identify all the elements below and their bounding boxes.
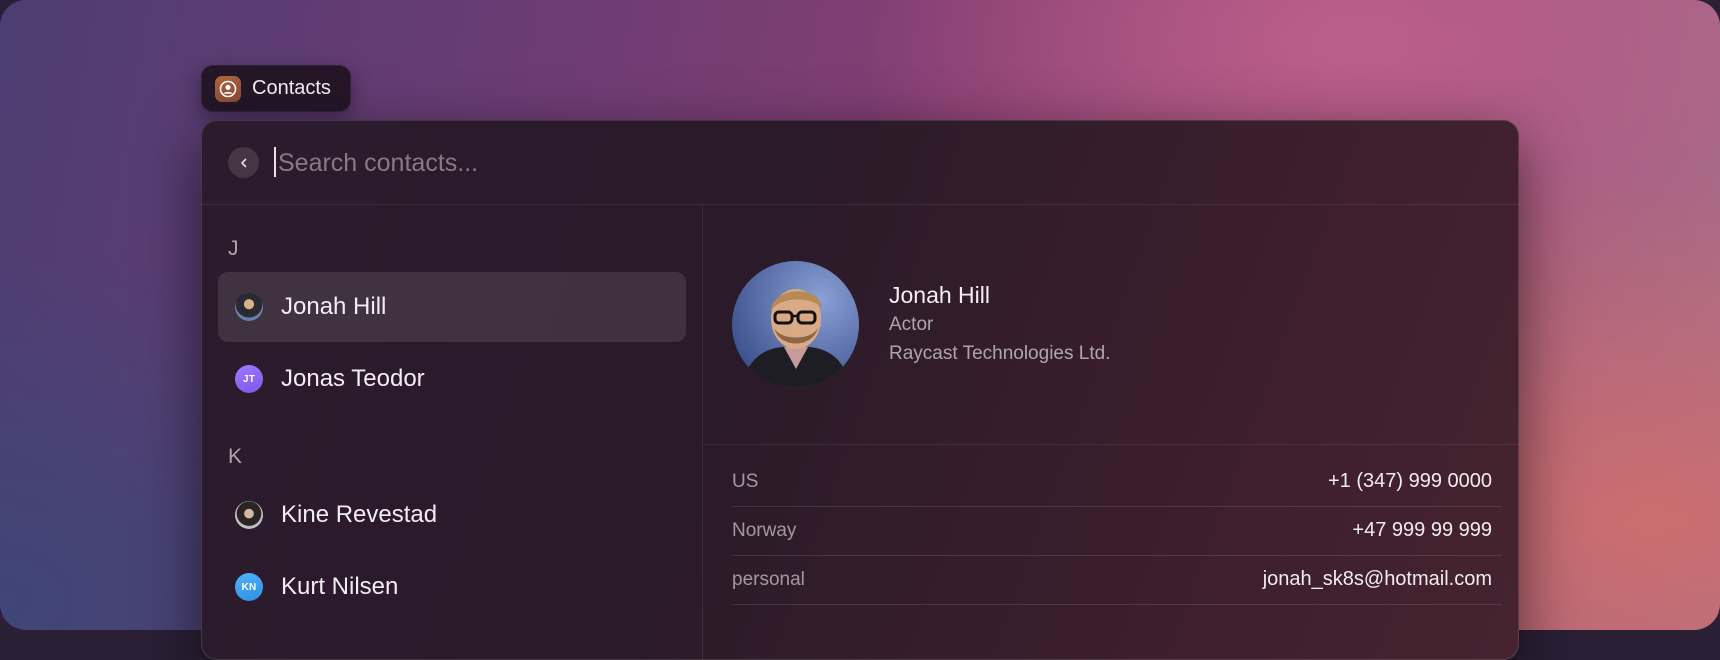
phone-field-us[interactable]: US +1 (347) 999 0000 [732,458,1502,507]
app-title-pill[interactable]: Contacts [201,65,351,112]
avatar-initials: JT [242,373,256,385]
field-label: Norway [732,520,797,541]
contact-detail-name: Jonah Hill [889,282,990,308]
chevron-left-icon [240,158,246,167]
contact-name: Kurt Nilsen [281,573,399,600]
section-header-k: K [228,445,243,468]
contact-name: Jonah Hill [281,293,387,320]
contact-job-title: Actor [889,314,934,335]
field-value: +47 999 99 999 [1352,519,1492,541]
profile-photo [732,261,859,388]
contact-name: Jonas Teodor [281,365,425,392]
search-bar [201,120,1519,205]
contacts-app-icon [215,75,241,102]
contact-name: Kine Revestad [281,501,438,528]
divider [703,444,1519,445]
search-input[interactable] [276,142,1180,184]
field-value: jonah_sk8s@hotmail.com [1262,568,1492,590]
contact-row-jonah-hill[interactable]: Jonah Hill [218,272,686,342]
avatar [235,293,263,321]
contacts-window: J Jonah Hill JT Jonas Teodor K Kine Reve… [201,120,1519,660]
contact-row-jonas-teodor[interactable]: JT Jonas Teodor [218,344,686,414]
field-value: +1 (347) 999 0000 [1327,470,1492,492]
contact-company: Raycast Technologies Ltd. [889,343,1111,364]
avatar: JT [235,365,263,393]
avatar [235,501,263,529]
field-label: US [732,471,759,492]
avatar-initials: KN [241,581,257,593]
contact-row-kurt-nilsen[interactable]: KN Kurt Nilsen [218,552,686,622]
email-field-personal[interactable]: personal jonah_sk8s@hotmail.com [732,556,1502,605]
contact-row-kine-revestad[interactable]: Kine Revestad [218,480,686,550]
contact-detail: Jonah Hill Actor Raycast Technologies Lt… [703,205,1519,660]
app-name: Contacts [252,77,331,99]
avatar: KN [235,573,263,601]
field-label: personal [732,569,805,590]
section-header-j: J [228,237,239,260]
phone-field-norway[interactable]: Norway +47 999 99 999 [732,507,1502,556]
back-button[interactable] [228,147,259,178]
contact-list: J Jonah Hill JT Jonas Teodor K Kine Reve… [201,205,703,660]
